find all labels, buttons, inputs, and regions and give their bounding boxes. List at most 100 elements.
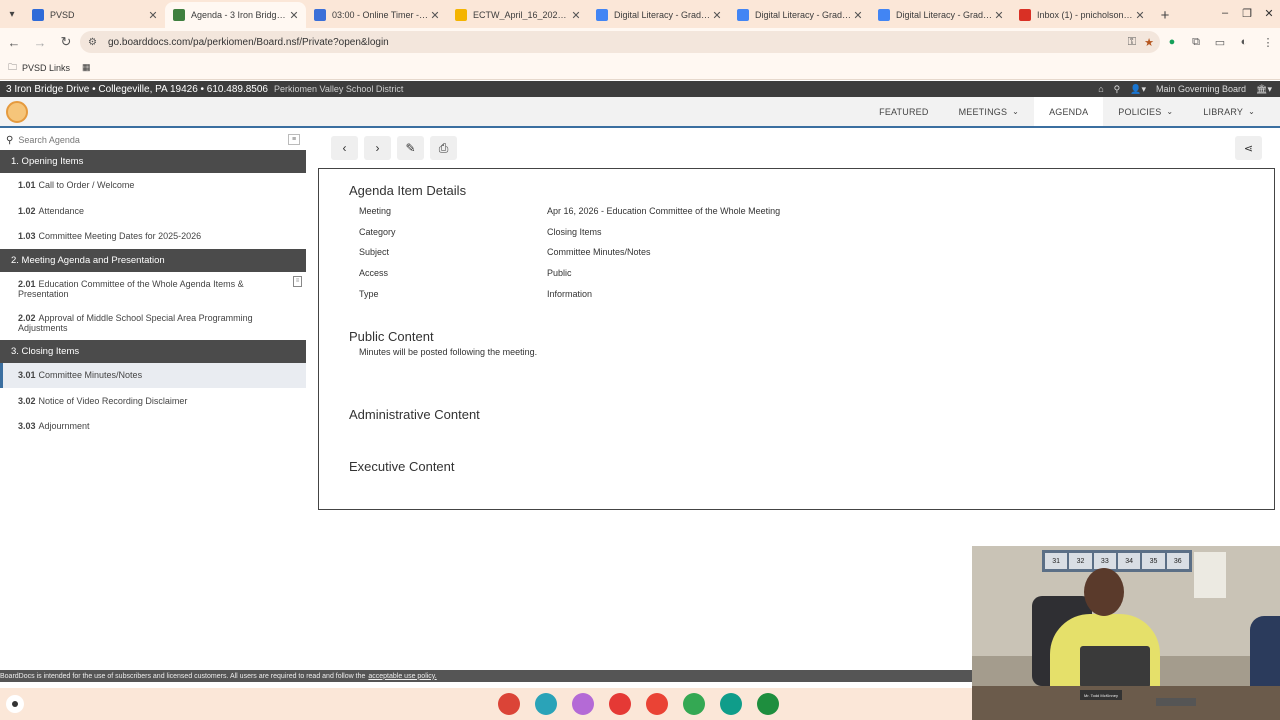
new-tab-button[interactable]: + — [1152, 2, 1178, 28]
extensions-icon[interactable]: ⧉ — [1184, 30, 1208, 54]
bookmark-star-icon[interactable]: ★ — [1144, 36, 1154, 49]
detail-label: Type — [359, 288, 379, 299]
browser-tab[interactable]: PVSD ✕ — [24, 2, 165, 28]
agenda-item-label: 1.03 Committee Meeting Dates for 2025-202… — [18, 231, 201, 241]
agenda-item-label: 1.01 Call to Order / Welcome — [18, 180, 134, 190]
tab-close-icon[interactable]: ✕ — [570, 9, 582, 22]
agenda-item[interactable]: 1.02 Attendance — [0, 198, 306, 223]
basketball-app-icon[interactable] — [609, 693, 631, 715]
home-icon[interactable]: ⌂ — [1098, 84, 1103, 94]
nav-label: AGENDA — [1049, 106, 1089, 117]
nav-agenda[interactable]: AGENDA — [1034, 97, 1104, 126]
agenda-item[interactable]: 2.01 Education Committee of the Whole Age… — [0, 272, 306, 306]
board-number: 32 — [1069, 553, 1092, 569]
restore-icon[interactable]: ❐ — [1236, 0, 1258, 26]
search-input[interactable]: Search Agenda — [18, 135, 80, 145]
cloud-app-icon[interactable] — [535, 693, 557, 715]
os-taskbar — [0, 688, 972, 720]
tab-close-icon[interactable]: ✕ — [852, 9, 864, 22]
laptop-image — [1080, 646, 1150, 688]
browser-tab[interactable]: ECTW_April_16_2026 v3 - ✕ — [447, 2, 588, 28]
agenda-item[interactable]: 1.01 Call to Order / Welcome — [0, 173, 306, 198]
chrome-icon[interactable] — [498, 693, 520, 715]
detail-label: Meeting — [359, 206, 392, 216]
agenda-category-header[interactable]: 1. Opening Items — [0, 150, 306, 173]
previous-item-button[interactable]: ‹ — [331, 136, 358, 160]
tab-favicon-icon — [1019, 9, 1031, 21]
acceptable-use-link[interactable]: acceptable use policy. — [368, 673, 436, 680]
institution-icon[interactable]: 🏛▾ — [1256, 84, 1272, 95]
nav-label: MEETINGS — [958, 106, 1008, 117]
cast-icon[interactable]: ▭ — [1208, 30, 1232, 54]
agenda-item-title: Notice of Video Recording Disclaimer — [38, 395, 188, 406]
agenda-item-label: 3.02 Notice of Video Recording Disclaimer — [18, 396, 187, 406]
tab-close-icon[interactable]: ✕ — [288, 9, 300, 22]
minimize-icon[interactable]: – — [1214, 0, 1236, 26]
drive-icon[interactable] — [683, 693, 705, 715]
agenda-item-label: 3.01 Committee Minutes/Notes — [18, 370, 142, 380]
address-bar[interactable]: ⚙ go.boarddocs.com/pa/perkiomen/Board.ns… — [80, 31, 1160, 53]
search-icon[interactable]: ⚲ — [1114, 84, 1121, 95]
document-icon[interactable]: ≡ — [293, 275, 302, 287]
tab-close-icon[interactable]: ✕ — [1134, 9, 1146, 22]
classroom-app-icon[interactable] — [720, 693, 742, 715]
agenda-category-header[interactable]: 3. Closing Items — [0, 339, 306, 363]
google-classroom-icon[interactable] — [757, 693, 779, 715]
nav-label: POLICIES — [1118, 106, 1162, 117]
tab-title: Agenda - 3 Iron Bridge Dri — [191, 10, 288, 20]
district-logo[interactable] — [6, 101, 28, 123]
grammarly-extension-icon[interactable]: ● — [1160, 30, 1184, 54]
tab-search-icon[interactable]: ▾ — [0, 0, 24, 28]
profile-avatar[interactable]: ◐ — [1232, 30, 1256, 54]
nav-policies[interactable]: POLICIES ⌄ — [1103, 97, 1188, 126]
tab-title: Digital Literacy - Grade 6 — [614, 10, 711, 20]
close-icon[interactable]: ✕ — [1258, 0, 1280, 26]
browser-tab[interactable]: Digital Literacy - Grade 8 ✕ — [870, 2, 1011, 28]
tab-close-icon[interactable]: ✕ — [993, 9, 1005, 22]
agenda-item[interactable]: 3.02 Notice of Video Recording Disclaimer — [0, 388, 306, 413]
site-info-icon[interactable]: ⚙ — [88, 37, 102, 48]
list-view-icon[interactable]: ≡ — [288, 134, 300, 145]
peace-app-icon[interactable] — [572, 693, 594, 715]
gmail-icon[interactable] — [646, 693, 668, 715]
agenda-item[interactable]: 3.03 Adjournment — [0, 413, 306, 438]
browser-tab[interactable]: Inbox (1) - pnicholson@pe ✕ — [1011, 2, 1152, 28]
browser-tab[interactable]: Digital Literacy - Grade 6 ✕ — [588, 2, 729, 28]
agenda-item[interactable]: 1.03 Committee Meeting Dates for 2025-202… — [0, 224, 306, 249]
browser-tab[interactable]: Digital Literacy - Grade 6 ✕ — [729, 2, 870, 28]
board-number: 31 — [1045, 553, 1068, 569]
user-icon[interactable]: 👤▾ — [1130, 84, 1146, 95]
agenda-item-number: 3.03 — [18, 420, 36, 431]
tab-favicon-icon — [455, 9, 467, 21]
share-icon[interactable]: ⋖ — [1235, 136, 1262, 160]
nav-meetings[interactable]: MEETINGS ⌄ — [944, 97, 1035, 126]
apps-grid-icon[interactable]: ▦ — [82, 62, 91, 73]
agenda-category-header[interactable]: 2. Meeting Agenda and Presentation — [0, 248, 306, 272]
tab-title: 03:00 - Online Timer - Cou — [332, 10, 429, 20]
tab-close-icon[interactable]: ✕ — [429, 9, 441, 22]
agenda-item[interactable]: 2.02 Approval of Middle School Special Ar… — [0, 306, 306, 340]
browser-tab[interactable]: Agenda - 3 Iron Bridge Dri ✕ — [165, 2, 306, 28]
agenda-search[interactable]: ⚲ Search Agenda ≡ — [0, 130, 306, 150]
reload-icon[interactable]: ↻ — [54, 30, 78, 54]
site-footer: BoardDocs is intended for the use of sub… — [0, 670, 972, 682]
agenda-item-title: Committee Meeting Dates for 2025-2026 — [38, 231, 202, 242]
tab-close-icon[interactable]: ✕ — [711, 9, 723, 22]
print-icon[interactable]: ⎙ — [430, 136, 457, 160]
forward-icon[interactable]: → — [28, 30, 52, 54]
tab-close-icon[interactable]: ✕ — [147, 9, 159, 22]
edit-pencil-icon[interactable]: ✎ — [397, 136, 424, 160]
bookmark-folder-pvsd-links[interactable]: 🗀 PVSD Links — [8, 60, 70, 76]
nav-library[interactable]: LIBRARY ⌄ — [1188, 97, 1270, 126]
board-selector[interactable]: Main Governing Board — [1156, 84, 1246, 94]
browser-tab[interactable]: 03:00 - Online Timer - Cou ✕ — [306, 2, 447, 28]
tab-title: Digital Literacy - Grade 6 — [755, 10, 852, 20]
agenda-item[interactable]: 3.01 Committee Minutes/Notes — [0, 362, 306, 389]
nav-featured[interactable]: FEATURED — [864, 97, 943, 126]
back-icon[interactable]: ← — [2, 30, 26, 54]
password-key-icon[interactable]: ⚿ — [1128, 36, 1136, 49]
launcher-icon[interactable] — [6, 695, 24, 713]
browser-menu-icon[interactable]: ⋮ — [1256, 30, 1280, 54]
next-item-button[interactable]: › — [364, 136, 391, 160]
tab-title: ECTW_April_16_2026 v3 - — [473, 10, 570, 20]
